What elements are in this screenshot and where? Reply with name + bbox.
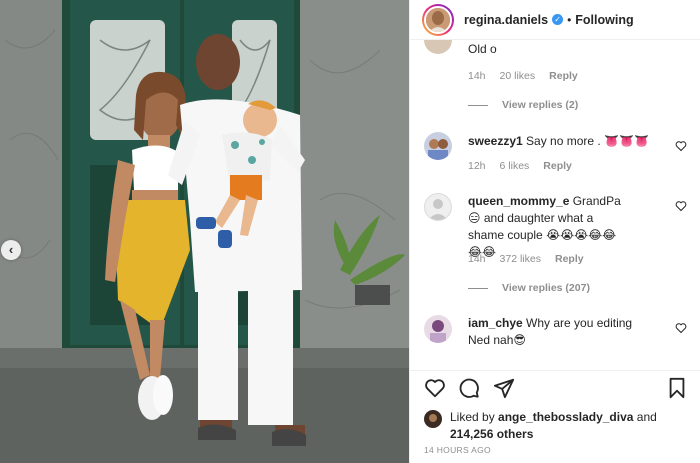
liked-by-text: Liked by ange_thebosslady_diva and 214,2…: [450, 409, 657, 443]
comment-time: 14h: [468, 253, 486, 265]
comment-username[interactable]: iam_chye: [468, 316, 523, 330]
comment-emoji-inline: 😑: [468, 211, 481, 225]
heart-icon[interactable]: [424, 377, 446, 399]
comment-likes[interactable]: 20 likes: [500, 70, 536, 82]
heart-icon[interactable]: [675, 140, 687, 152]
divider-line: [468, 104, 488, 106]
comment-likes[interactable]: 6 likes: [500, 160, 530, 172]
comment-body: iam_chye Why are you editing Ned nah😎: [468, 315, 638, 349]
liked-by-avatar[interactable]: [424, 410, 442, 428]
comment-meta: 12h 6 likes Reply: [468, 160, 572, 172]
post-side-panel: regina.daniels ✓ • Following Old o 14h 2…: [409, 0, 700, 463]
divider-line: [468, 287, 488, 289]
post-header: regina.daniels ✓ • Following: [410, 0, 700, 40]
bookmark-icon[interactable]: [666, 377, 688, 399]
post-actions: Liked by ange_thebosslady_diva and 214,2…: [410, 370, 700, 463]
view-replies-label: View replies (207): [502, 282, 590, 294]
comment-username[interactable]: sweezzy1: [468, 134, 523, 148]
comment-body: sweezzy1 Say no more . 👅👅👅: [468, 133, 668, 150]
previous-image-button[interactable]: ‹: [1, 240, 21, 260]
comment-avatar[interactable]: [424, 132, 452, 160]
comment-avatar[interactable]: [424, 40, 452, 54]
profile-avatar[interactable]: [422, 3, 454, 36]
liked-by-row: Liked by ange_thebosslady_diva and 214,2…: [424, 409, 657, 443]
reply-button[interactable]: Reply: [543, 160, 572, 172]
comment-avatar[interactable]: [424, 193, 452, 221]
share-icon[interactable]: [493, 377, 515, 399]
liked-by-others[interactable]: 214,256 others: [450, 427, 533, 441]
comment-time: 12h: [468, 160, 486, 172]
comment-text-partial: Old o: [468, 42, 497, 56]
comment-username[interactable]: queen_mommy_e: [468, 194, 569, 208]
comment-icon[interactable]: [458, 377, 480, 399]
reply-button[interactable]: Reply: [549, 70, 578, 82]
view-replies-label: View replies (2): [502, 99, 579, 111]
verified-icon: ✓: [552, 14, 564, 25]
comment-avatar[interactable]: [424, 315, 452, 343]
liked-by-user[interactable]: ange_thebosslady_diva: [498, 410, 633, 424]
separator-dot: •: [567, 12, 572, 27]
comment-meta: 14h 372 likes Reply: [468, 253, 584, 265]
liked-by-prefix: Liked by: [450, 410, 495, 424]
photo-illustration: [0, 0, 409, 463]
post-photo: ‹: [0, 0, 409, 463]
heart-icon[interactable]: [675, 200, 687, 212]
following-button[interactable]: Following: [575, 13, 633, 27]
heart-icon[interactable]: [675, 322, 687, 334]
view-replies-button[interactable]: View replies (2): [468, 99, 578, 111]
comment-emoji: 👅👅👅: [604, 134, 649, 148]
comment-meta: 14h 20 likes Reply: [468, 70, 578, 82]
comment-time: 14h: [468, 70, 486, 82]
comment-body: queen_mommy_e GrandPa 😑 and daughter wha…: [468, 193, 628, 261]
post-username[interactable]: regina.daniels: [464, 13, 548, 27]
comment-text: Say no more .: [526, 134, 601, 148]
comment-text: GrandPa: [572, 194, 621, 208]
view-replies-button[interactable]: View replies (207): [468, 282, 590, 294]
liked-by-and: and: [636, 410, 657, 424]
chevron-left-icon: ‹: [8, 241, 14, 257]
post-timestamp[interactable]: 14 HOURS AGO: [424, 445, 491, 455]
comments-list: Old o 14h 20 likes Reply View replies (2…: [410, 40, 700, 370]
comment-likes[interactable]: 372 likes: [500, 253, 541, 265]
reply-button[interactable]: Reply: [555, 253, 584, 265]
comment-emoji: 😎: [513, 333, 526, 347]
